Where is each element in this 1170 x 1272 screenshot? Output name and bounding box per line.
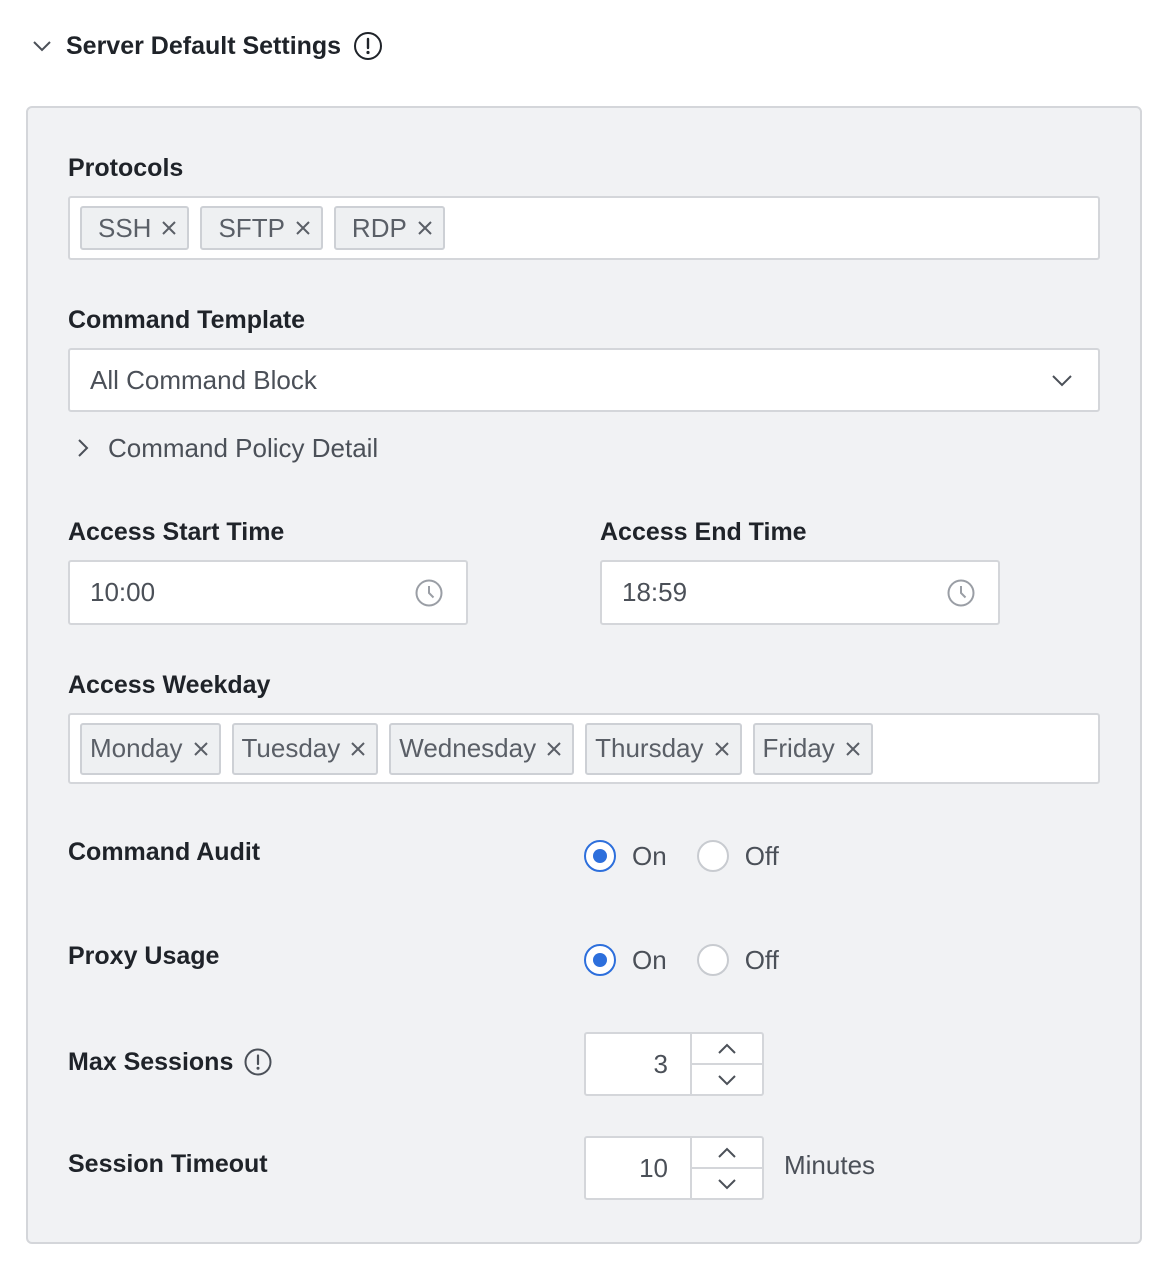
decrement-button[interactable]: [692, 1065, 762, 1094]
session-timeout-stepper[interactable]: 10: [584, 1136, 764, 1200]
weekday-tag-label: Thursday: [595, 733, 704, 763]
increment-button[interactable]: [692, 1034, 762, 1065]
command-audit-radio-group: On Off: [584, 838, 809, 874]
protocols-input[interactable]: SSH SFTP RDP: [68, 196, 1100, 260]
protocol-tag-label: RDP: [351, 212, 407, 243]
chevron-down-icon: [718, 1178, 736, 1189]
command-policy-detail-toggle[interactable]: Command Policy Detail: [72, 428, 378, 468]
clock-icon: [415, 579, 443, 606]
access-start-value: 10:00: [90, 577, 156, 607]
max-sessions-stepper[interactable]: 3: [584, 1032, 764, 1096]
access-end-label: Access End Time: [600, 517, 807, 546]
section-title: Server Default Settings: [66, 31, 342, 60]
protocol-tag-label: SFTP: [218, 212, 285, 243]
close-icon[interactable]: [159, 218, 179, 238]
radio-checked-icon[interactable]: [584, 840, 616, 872]
clock-icon: [947, 579, 975, 606]
info-icon[interactable]: [353, 31, 383, 61]
decrement-button[interactable]: [692, 1169, 762, 1198]
radio-label: On: [632, 944, 667, 975]
access-end-time-input[interactable]: 18:59: [600, 560, 1000, 625]
max-sessions-value[interactable]: 3: [586, 1034, 692, 1094]
radio-unchecked-icon[interactable]: [696, 944, 729, 976]
command-template-label: Command Template: [68, 305, 306, 334]
command-audit-on-radio[interactable]: On: [584, 840, 667, 872]
max-sessions-label: Max Sessions: [68, 1047, 234, 1076]
chevron-down-icon: [718, 1074, 736, 1085]
protocol-tag: RDP: [333, 206, 445, 250]
proxy-usage-on-radio[interactable]: On: [584, 944, 667, 976]
weekday-tag: Tuesday: [231, 722, 379, 775]
close-icon[interactable]: [712, 739, 732, 759]
protocols-label: Protocols: [68, 153, 184, 182]
protocol-tag: SFTP: [200, 206, 323, 250]
access-start-time-input[interactable]: 10:00: [68, 560, 468, 625]
chevron-down-icon: [1052, 375, 1072, 387]
access-end-value: 18:59: [622, 577, 688, 607]
radio-label: Off: [744, 944, 779, 975]
proxy-usage-radio-group: On Off: [584, 942, 809, 978]
protocol-tag-label: SSH: [98, 212, 152, 243]
close-icon[interactable]: [348, 739, 368, 759]
weekday-tag: Wednesday: [389, 722, 575, 775]
chevron-up-icon: [718, 1043, 736, 1054]
protocol-tag: SSH: [80, 206, 190, 250]
info-icon[interactable]: [243, 1047, 273, 1077]
proxy-usage-off-radio[interactable]: Off: [696, 944, 779, 976]
radio-label: Off: [744, 840, 779, 871]
close-icon[interactable]: [544, 739, 564, 759]
command-template-select[interactable]: All Command Block: [68, 348, 1100, 412]
weekday-tag-label: Tuesday: [241, 733, 341, 763]
weekday-tag-label: Friday: [762, 733, 835, 763]
radio-label: On: [632, 840, 667, 871]
session-timeout-unit: Minutes: [784, 1150, 876, 1180]
weekday-tag-label: Monday: [90, 733, 183, 763]
max-sessions-label-row: Max Sessions: [68, 1042, 273, 1082]
increment-button[interactable]: [692, 1138, 762, 1169]
chevron-down-icon[interactable]: [30, 34, 54, 58]
weekday-tag-label: Wednesday: [399, 733, 537, 763]
radio-checked-icon[interactable]: [584, 944, 616, 976]
radio-unchecked-icon[interactable]: [696, 840, 729, 872]
close-icon[interactable]: [191, 739, 211, 759]
command-policy-detail-label: Command Policy Detail: [108, 432, 379, 463]
weekday-tag: Monday: [80, 722, 221, 775]
session-timeout-value[interactable]: 10: [586, 1138, 692, 1198]
chevron-right-icon: [78, 439, 89, 457]
access-start-label: Access Start Time: [68, 517, 285, 546]
weekday-tag: Thursday: [585, 722, 742, 775]
chevron-up-icon: [718, 1147, 736, 1158]
section-header[interactable]: Server Default Settings: [30, 24, 383, 68]
close-icon[interactable]: [293, 218, 313, 238]
close-icon[interactable]: [415, 218, 435, 238]
command-audit-label: Command Audit: [68, 837, 261, 866]
weekday-tag: Friday: [752, 722, 873, 775]
command-template-value: All Command Block: [90, 364, 317, 395]
session-timeout-label: Session Timeout: [68, 1149, 268, 1178]
close-icon[interactable]: [843, 739, 863, 759]
access-weekday-input[interactable]: Monday Tuesday Wednesday Thursday Friday: [68, 713, 1100, 784]
proxy-usage-label: Proxy Usage: [68, 941, 220, 970]
command-audit-off-radio[interactable]: Off: [696, 840, 779, 872]
access-weekday-label: Access Weekday: [68, 670, 271, 699]
